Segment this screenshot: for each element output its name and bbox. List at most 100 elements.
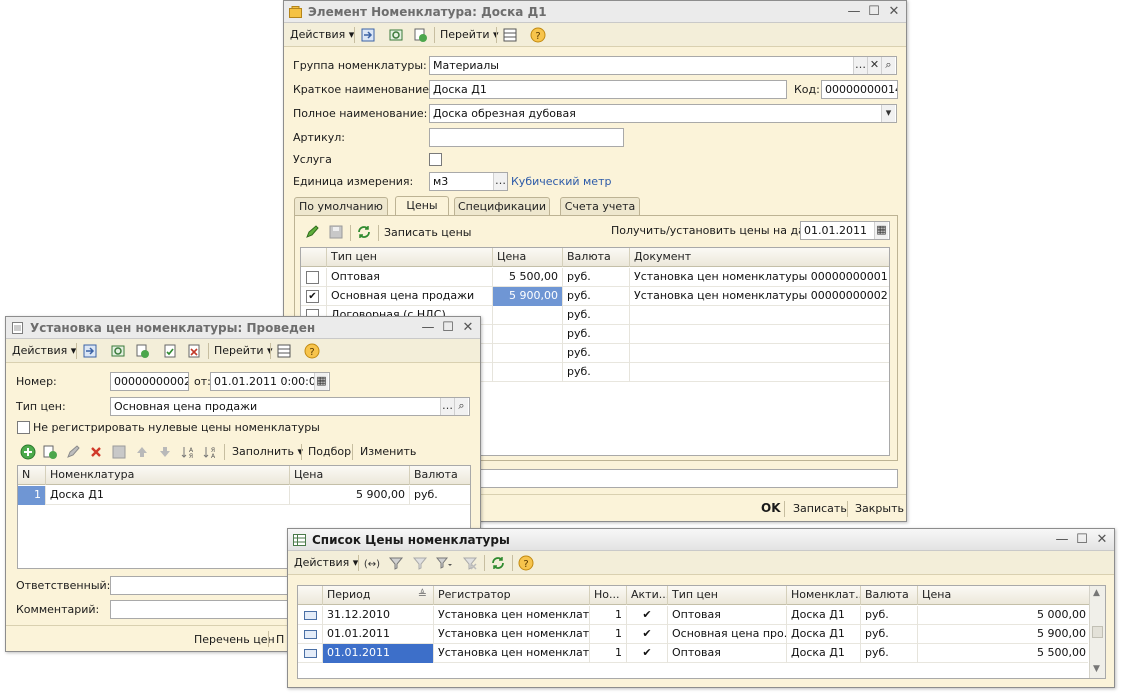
- row-checkbox[interactable]: ✔: [306, 290, 319, 303]
- goto-menu[interactable]: Перейти ▾: [214, 342, 273, 360]
- post-icon[interactable]: [162, 343, 178, 359]
- col-header[interactable]: Тип цен: [668, 586, 787, 605]
- edit-icon[interactable]: [304, 224, 320, 240]
- actions-menu[interactable]: Действия ▾: [290, 26, 354, 44]
- copy-row-icon[interactable]: [42, 444, 58, 460]
- write-button[interactable]: Записать: [793, 502, 847, 515]
- col-header[interactable]: N: [18, 466, 46, 485]
- table-row[interactable]: 01.01.2011 Установка цен номенклат... 1 …: [298, 644, 1088, 663]
- col-header[interactable]: Валюта: [410, 466, 470, 485]
- price-list-button[interactable]: Перечень цен: [194, 633, 275, 646]
- refresh-icon[interactable]: [490, 555, 506, 571]
- interval-icon[interactable]: (↔): [364, 555, 380, 571]
- calendar-icon[interactable]: ▦: [874, 222, 888, 239]
- delete-icon[interactable]: [88, 444, 104, 460]
- help-icon[interactable]: ?: [304, 343, 320, 359]
- select-button[interactable]: …: [853, 57, 867, 74]
- write-close-icon[interactable]: [360, 27, 376, 43]
- code-field[interactable]: 00000000014: [821, 80, 898, 99]
- tab-accounts[interactable]: Счета учета: [560, 197, 640, 216]
- ok-button[interactable]: OK: [761, 501, 781, 515]
- chevron-down-icon[interactable]: ▾: [881, 105, 895, 122]
- filter-value-icon[interactable]: [412, 555, 428, 571]
- refresh-icon[interactable]: [356, 224, 372, 240]
- close-button[interactable]: ✕: [1094, 532, 1110, 548]
- list-icon[interactable]: [276, 343, 292, 359]
- tab-specifications[interactable]: Спецификации: [454, 197, 550, 216]
- col-header[interactable]: Валюта: [861, 586, 918, 605]
- goto-menu[interactable]: Перейти ▾: [440, 26, 499, 44]
- scroll-down-icon[interactable]: ▼: [1093, 664, 1100, 674]
- select-button[interactable]: …: [440, 398, 454, 415]
- selected-cell[interactable]: 01.01.2011: [323, 644, 434, 663]
- filter-menu-icon[interactable]: [436, 555, 452, 571]
- col-header[interactable]: Валюта: [563, 248, 630, 267]
- add-icon[interactable]: [20, 444, 36, 460]
- tab-default[interactable]: По умолчанию: [294, 197, 388, 216]
- price-type-field[interactable]: Основная цена продажи: [110, 397, 470, 416]
- vertical-scrollbar[interactable]: ▲ ▼: [1089, 586, 1105, 678]
- selected-cell[interactable]: 5 900,00: [493, 287, 563, 306]
- col-header[interactable]: Номенклатура: [46, 466, 290, 485]
- unpost-icon[interactable]: [186, 343, 202, 359]
- unit-select-button[interactable]: …: [493, 173, 507, 190]
- title-bar[interactable]: Список Цены номенклатуры — ☐ ✕: [288, 529, 1114, 551]
- maximize-button[interactable]: ☐: [440, 320, 456, 336]
- article-field[interactable]: [429, 128, 624, 147]
- edit-icon[interactable]: [65, 444, 81, 460]
- filter-icon[interactable]: [388, 555, 404, 571]
- copy-icon[interactable]: [134, 343, 150, 359]
- scroll-thumb[interactable]: [1092, 626, 1103, 638]
- print-button[interactable]: П: [276, 633, 284, 646]
- change-button[interactable]: Изменить: [360, 445, 416, 458]
- col-header[interactable]: Цена: [493, 248, 563, 267]
- sort-desc-icon[interactable]: ЯA: [202, 444, 218, 460]
- arrow-down-icon[interactable]: [157, 444, 173, 460]
- minimize-button[interactable]: —: [846, 4, 862, 20]
- calendar-icon[interactable]: ▦: [314, 373, 328, 390]
- close-button[interactable]: ✕: [886, 4, 902, 20]
- write-close-icon[interactable]: [82, 343, 98, 359]
- write-prices-button[interactable]: Записать цены: [384, 226, 471, 239]
- col-header[interactable]: Тип цен: [327, 248, 493, 267]
- refresh-icon[interactable]: [110, 343, 126, 359]
- tab-prices[interactable]: Цены: [395, 196, 449, 216]
- close-form-button[interactable]: Закрыть: [855, 502, 904, 515]
- list-icon[interactable]: [502, 27, 518, 43]
- service-checkbox[interactable]: [429, 153, 442, 166]
- group-field[interactable]: Материалы: [429, 56, 897, 75]
- table-row[interactable]: 01.01.2011 Установка цен номенклат... 1 …: [298, 625, 1088, 644]
- col-header[interactable]: Номенклат...: [787, 586, 861, 605]
- close-button[interactable]: ✕: [460, 320, 476, 336]
- table-row[interactable]: 1 Доска Д1 5 900,00 руб.: [18, 486, 470, 505]
- zero-prices-checkbox[interactable]: [17, 421, 30, 434]
- fill-menu[interactable]: Заполнить ▾: [232, 445, 303, 458]
- minimize-button[interactable]: —: [420, 320, 436, 336]
- full-name-field[interactable]: Доска обрезная дубовая: [429, 104, 897, 123]
- select-items-button[interactable]: Подбор: [308, 445, 351, 458]
- table-row[interactable]: ✔ Основная цена продажи 5 900,00 руб. Ус…: [301, 287, 889, 306]
- short-name-field[interactable]: Доска Д1: [429, 80, 787, 99]
- table-row[interactable]: 31.12.2010 Установка цен номенклат... 1 …: [298, 606, 1088, 625]
- copy-icon[interactable]: [412, 27, 428, 43]
- unit-link[interactable]: Кубический метр: [511, 175, 611, 188]
- number-field[interactable]: 00000000002: [110, 372, 189, 391]
- col-header[interactable]: Но...: [590, 586, 627, 605]
- search-icon[interactable]: ⌕: [881, 57, 895, 74]
- help-icon[interactable]: ?: [518, 555, 534, 571]
- col-header[interactable]: Цена: [918, 586, 1090, 605]
- table-row[interactable]: Оптовая 5 500,00 руб. Установка цен номе…: [301, 268, 889, 287]
- date-field[interactable]: 01.01.2011 0:00:00: [210, 372, 330, 391]
- sort-asc-icon[interactable]: AЯ: [180, 444, 196, 460]
- scroll-up-icon[interactable]: ▲: [1093, 588, 1100, 598]
- maximize-button[interactable]: ☐: [866, 4, 882, 20]
- actions-menu[interactable]: Действия ▾: [294, 554, 358, 572]
- refresh-icon[interactable]: [388, 27, 404, 43]
- maximize-button[interactable]: ☐: [1074, 532, 1090, 548]
- help-icon[interactable]: ?: [530, 27, 546, 43]
- minimize-button[interactable]: —: [1054, 532, 1070, 548]
- col-header-period[interactable]: Период ≜: [323, 586, 434, 605]
- clear-button[interactable]: ✕: [867, 57, 881, 74]
- actions-menu[interactable]: Действия ▾: [12, 342, 76, 360]
- clear-filter-icon[interactable]: [462, 555, 478, 571]
